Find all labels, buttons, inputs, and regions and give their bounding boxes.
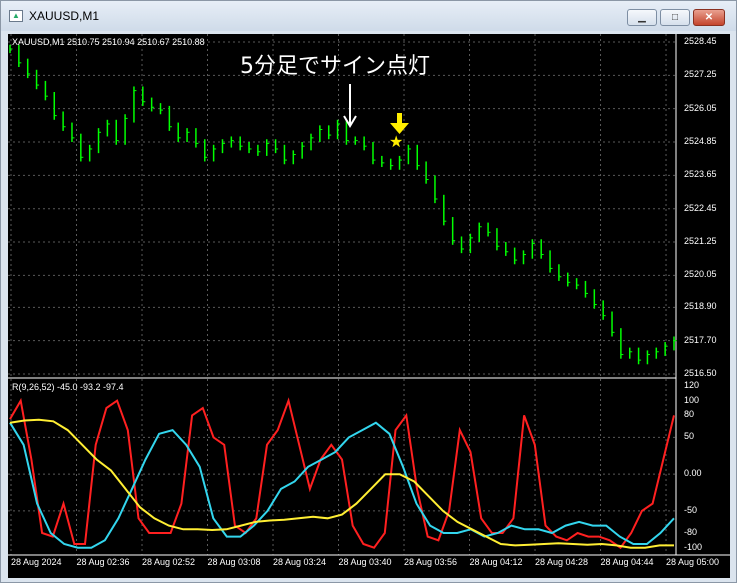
indicator-tick-label: 50 [684, 431, 695, 442]
minimize-button[interactable]: ▁ [627, 9, 657, 26]
indicator-tick-label: 0.00 [684, 468, 702, 479]
close-icon: ✕ [704, 12, 714, 23]
price-tick-label: 2523.65 [684, 169, 717, 180]
window-title: XAUUSD,M1 [29, 9, 100, 23]
chart-grid [8, 34, 676, 555]
time-tick-label: 28 Aug 05:00 [666, 557, 720, 567]
indicator-line-1 [9, 421, 675, 549]
maximize-icon: □ [671, 12, 679, 23]
price-tick-label: 2521.25 [684, 236, 717, 247]
chart-canvas: ★ [8, 34, 730, 556]
indicator-tick-label: 80 [684, 409, 695, 420]
price-tick-label: 2520.05 [684, 269, 717, 280]
chart-app-icon: ▲ [9, 10, 23, 22]
time-tick-label: 28 Aug 02:36 [76, 557, 130, 567]
symbol-info: XAUUSD,M1 2510.75 2510.94 2510.67 2510.8… [12, 37, 205, 47]
close-button[interactable]: ✕ [693, 9, 725, 26]
white-arrow [343, 84, 357, 128]
time-tick-label: 28 Aug 03:08 [207, 557, 261, 567]
price-tick-label: 2518.90 [684, 301, 717, 312]
price-tick-label: 2527.25 [684, 69, 717, 80]
time-tick-label: 28 Aug 04:44 [600, 557, 654, 567]
price-series [9, 44, 677, 365]
chart-area[interactable]: ★ XAUUSD,M1 2510.75 2510.94 2510.67 2510… [8, 34, 730, 578]
indicator-tick-label: 120 [684, 380, 700, 390]
yellow-arrow [390, 113, 409, 134]
price-tick-label: 2516.50 [684, 368, 717, 378]
indicator-tick-label: -80 [684, 526, 698, 537]
signal-annotation: 5分足でサイン点灯 [240, 54, 430, 79]
time-tick-label: 28 Aug 03:24 [273, 557, 327, 567]
title-bar[interactable]: ▲ XAUUSD,M1 ▁ □ ✕ [1, 1, 736, 31]
indicator-tick-label: -100 [684, 541, 703, 552]
price-tick-label: 2528.45 [684, 36, 717, 46]
signal-star-icon: ★ [389, 134, 403, 151]
price-tick-label: 2517.70 [684, 334, 717, 345]
time-tick-label: 28 Aug 04:12 [469, 557, 523, 567]
minimize-icon: ▁ [638, 12, 646, 23]
time-tick-label: 28 Aug 03:56 [404, 557, 458, 567]
price-tick-label: 2522.45 [684, 202, 717, 213]
indicator-tick-label: 100 [684, 394, 700, 405]
time-tick-label: 28 Aug 03:40 [338, 557, 392, 567]
indicator-line-2 [9, 418, 674, 549]
time-tick-label: 28 Aug 04:28 [535, 557, 589, 567]
indicator-info: R(9,26,52) -45.0 -93.2 -97.4 [12, 382, 124, 392]
maximize-button[interactable]: □ [660, 9, 690, 26]
price-tick-label: 2524.85 [684, 136, 717, 147]
time-tick-label: 28 Aug 2024 [11, 557, 62, 567]
indicator-tick-label: -50 [684, 504, 698, 515]
time-tick-label: 28 Aug 02:52 [142, 557, 196, 567]
terminal-window: ▲ XAUUSD,M1 ▁ □ ✕ ★ XAUUSD,M1 2510.75 25… [0, 0, 737, 583]
price-tick-label: 2526.05 [684, 102, 717, 113]
